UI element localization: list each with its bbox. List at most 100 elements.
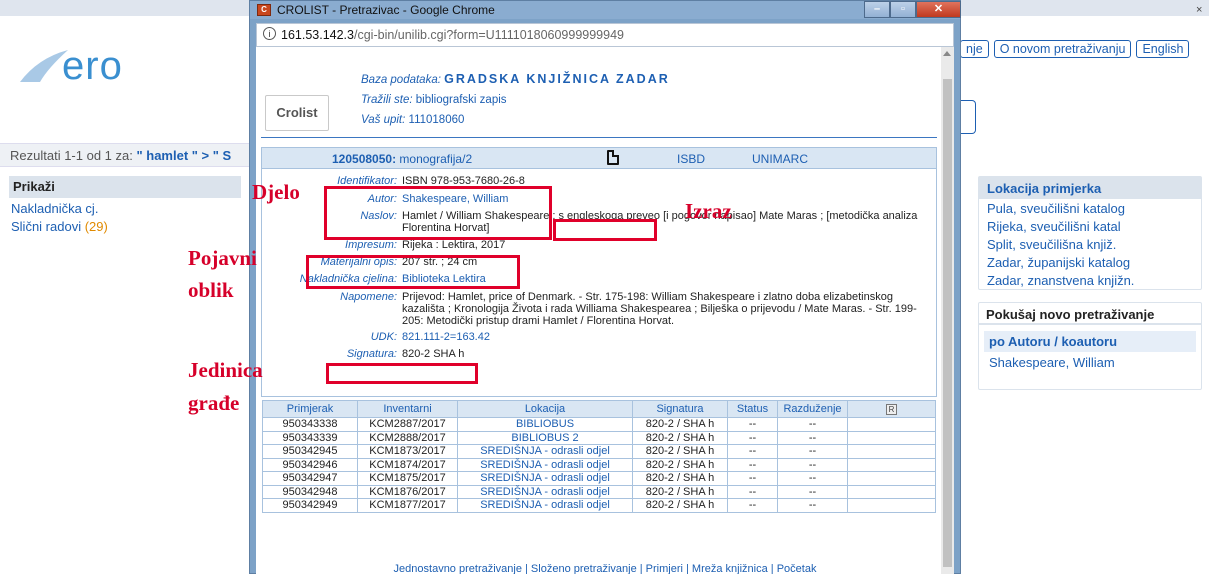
field-label-signature: Signatura:	[346, 348, 397, 360]
field-value-imprint: Rijeka : Lektira, 2017	[402, 239, 506, 251]
field-value-udk[interactable]: 821.111-2=163.42	[402, 331, 490, 343]
cell-inventory: KCM1877/2017	[357, 498, 458, 513]
author-link[interactable]: Shakespeare, William	[979, 352, 1201, 370]
cell-location[interactable]: SREDIŠNJA - odrasli odjel	[457, 457, 633, 472]
table-row: 950343338 KCM2887/2017 BIBLIOBUS 820-2 /…	[262, 417, 936, 432]
cell-inventory: KCM2887/2017	[357, 417, 458, 432]
searched-label: Tražili ste:	[361, 94, 413, 106]
annotation-label-jedinica: Jedinica	[188, 358, 263, 382]
cell-status: --	[727, 444, 778, 459]
cell-inventory: KCM2888/2017	[357, 430, 458, 445]
field-label-notes: Napomene:	[340, 291, 397, 303]
table-row: 950342945 KCM1873/2017 SREDIŠNJA - odras…	[262, 444, 936, 459]
by-author-link[interactable]: po Autoru / koautoru	[984, 331, 1196, 352]
background-button-partial[interactable]: nje	[960, 40, 989, 58]
window-controls: – ▫ ✕	[864, 1, 961, 18]
location-link[interactable]: Pula, sveučilišni katalog	[979, 199, 1201, 217]
database-row: Baza podataka: GRADSKA KNJIŽNICA ZADAR	[361, 72, 670, 86]
cell-location[interactable]: BIBLIOBUS 2	[457, 430, 633, 445]
isbd-link[interactable]: ISBD	[677, 152, 705, 166]
url-path: /cgi-bin/unilib.cgi?form=U11110180609999…	[354, 28, 624, 42]
cell-inventory: KCM1873/2017	[357, 444, 458, 459]
cell-location[interactable]: BIBLIOBUS	[457, 417, 633, 432]
cell-location[interactable]: SREDIŠNJA - odrasli odjel	[457, 484, 633, 499]
field-value-signature: 820-2 SHA h	[402, 348, 465, 360]
unimarc-link[interactable]: UNIMARC	[752, 152, 808, 166]
cell-copy: 950342946	[262, 457, 358, 472]
left-panel-link-series[interactable]: Nakladnička cj.	[9, 201, 241, 216]
similar-works-label[interactable]: Slični radovi	[11, 219, 81, 234]
cell-return: --	[777, 484, 848, 499]
cell-status: --	[727, 457, 778, 472]
cell-r	[847, 430, 936, 445]
annotation-label-djelo: Djelo	[252, 180, 300, 204]
column-header-r[interactable]: R	[847, 400, 936, 418]
results-query: " hamlet " > " S	[136, 148, 232, 163]
database-value: GRADSKA KNJIŽNICA ZADAR	[444, 72, 670, 86]
cell-copy: 950343338	[262, 417, 358, 432]
copies-table: Primjerak Inventarni Lokacija Signatura …	[262, 400, 936, 513]
background-close-icon[interactable]: ×	[1196, 4, 1202, 16]
table-row: 950342946 KCM1874/2017 SREDIŠNJA - odras…	[262, 457, 936, 472]
cell-status: --	[727, 471, 778, 486]
cell-status: --	[727, 498, 778, 513]
cell-r	[847, 484, 936, 499]
location-link[interactable]: Split, sveučilišna knjiž.	[979, 235, 1201, 253]
footer-links[interactable]: Jednostavno pretraživanje | Složeno pret…	[256, 563, 954, 574]
reserve-icon[interactable]: R	[886, 404, 897, 415]
close-button[interactable]: ✕	[916, 1, 961, 18]
annotation-box-expression	[553, 219, 657, 241]
cell-location[interactable]: SREDIŠNJA - odrasli odjel	[457, 471, 633, 486]
minimize-button[interactable]: –	[864, 1, 890, 18]
left-panel-link-similar[interactable]: Slični radovi (29)	[9, 219, 241, 234]
column-header-location: Lokacija	[457, 400, 633, 418]
table-row: 950342949 KCM1877/2017 SREDIŠNJA - odras…	[262, 498, 936, 513]
cell-return: --	[777, 417, 848, 432]
cell-location[interactable]: SREDIŠNJA - odrasli odjel	[457, 498, 633, 513]
left-panel-title: Prikaži	[9, 176, 241, 198]
info-icon[interactable]: i	[263, 27, 276, 40]
scroll-up-arrow-icon[interactable]	[943, 51, 951, 56]
cell-r	[847, 444, 936, 459]
cell-copy: 950342945	[262, 444, 358, 459]
location-link[interactable]: Zadar, županijski katalog	[979, 253, 1201, 271]
location-title: Lokacija primjerka	[979, 177, 1201, 199]
cell-r	[847, 417, 936, 432]
location-link[interactable]: Zadar, znanstvena knjižn.	[979, 271, 1201, 289]
record-type: monografija/2	[399, 152, 473, 166]
vertical-scrollbar[interactable]	[941, 47, 954, 574]
cell-signature: 820-2 / SHA h	[632, 444, 728, 459]
cell-status: --	[727, 417, 778, 432]
window-title: CROLIST - Pretrazivac - Google Chrome	[277, 3, 495, 17]
location-box: Lokacija primjerka Pula, sveučilišni kat…	[978, 176, 1202, 290]
location-link[interactable]: Rijeka, sveučilišni katal	[979, 217, 1201, 235]
english-button[interactable]: English	[1136, 40, 1190, 58]
record-number: 120508050:	[332, 152, 397, 166]
url-text[interactable]: 161.53.142.3/cgi-bin/unilib.cgi?form=U11…	[281, 28, 624, 42]
annotation-box-item	[326, 363, 478, 384]
scrollbar-thumb[interactable]	[943, 79, 952, 567]
results-prefix: Rezultati 1-1 od 1 za:	[10, 148, 133, 163]
query-row: Vaš upit: 111018060	[361, 114, 464, 126]
annotation-box-manifestation	[306, 255, 520, 289]
cell-r	[847, 498, 936, 513]
annotation-label-izraz: Izraz	[685, 199, 732, 223]
results-summary: Rezultati 1-1 od 1 za: " hamlet " > " S	[0, 143, 250, 167]
annotation-box-work	[324, 186, 552, 240]
field-label-udk: UDK:	[370, 331, 397, 343]
cell-copy: 950342947	[262, 471, 358, 486]
address-bar[interactable]: i 161.53.142.3/cgi-bin/unilib.cgi?form=U…	[256, 23, 954, 47]
table-row: 950342948 KCM1876/2017 SREDIŠNJA - odras…	[262, 484, 936, 499]
header-divider	[261, 137, 937, 138]
about-new-search-button[interactable]: O novom pretraživanju	[993, 40, 1132, 58]
query-value: 111018060	[408, 114, 465, 126]
cell-location[interactable]: SREDIŠNJA - odrasli odjel	[457, 444, 633, 459]
maximize-button[interactable]: ▫	[890, 1, 916, 18]
cell-return: --	[777, 457, 848, 472]
query-label: Vaš upit:	[361, 114, 406, 126]
cell-r	[847, 457, 936, 472]
field-value-notes: Prijevod: Hamlet, price of Denmark. - St…	[402, 291, 917, 327]
background-logo: ero	[18, 42, 148, 104]
document-icon[interactable]	[607, 150, 619, 165]
searched-row: Tražili ste: bibliografski zapis	[361, 94, 507, 106]
